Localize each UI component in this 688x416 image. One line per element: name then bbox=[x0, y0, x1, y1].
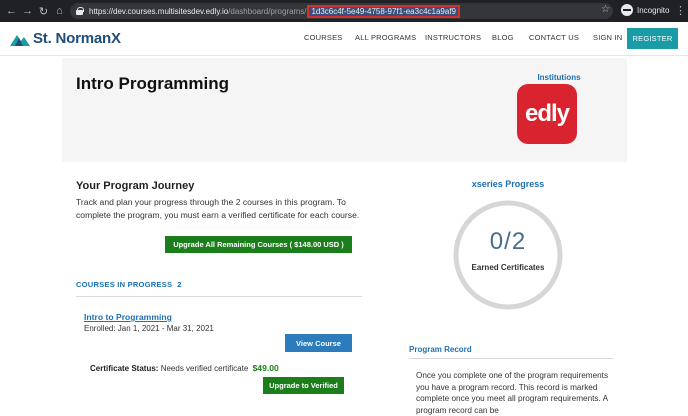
site-logo[interactable]: St. NormanX bbox=[10, 30, 121, 47]
journey-title: Your Program Journey bbox=[76, 180, 195, 192]
divider bbox=[409, 358, 613, 359]
divider bbox=[76, 296, 362, 297]
reload-icon[interactable]: ↻ bbox=[37, 3, 50, 19]
site-header: St. NormanX COURSES ALL PROGRAMS INSTRUC… bbox=[0, 22, 688, 56]
courses-in-progress-label: COURSES IN PROGRESS bbox=[76, 280, 173, 289]
certificate-status-label: Certificate Status: bbox=[90, 364, 159, 373]
program-record-title: Program Record bbox=[409, 345, 472, 354]
url-host: https://dev.courses.multisitesdev.edly.i… bbox=[89, 6, 229, 16]
earned-value: 0 bbox=[489, 228, 505, 255]
courses-in-progress-heading: COURSES IN PROGRESS 2 bbox=[76, 280, 182, 289]
browser-menu-icon[interactable]: ⋮ bbox=[675, 4, 686, 17]
mountain-logo-icon bbox=[10, 32, 30, 46]
nav-contact-us[interactable]: CONTACT US bbox=[529, 33, 579, 42]
home-icon[interactable]: ⌂ bbox=[53, 3, 66, 19]
xseries-progress-title: xseries Progress bbox=[471, 179, 545, 189]
profile-button[interactable]: Incognito bbox=[621, 4, 669, 16]
bookmark-star-icon[interactable]: ☆ bbox=[601, 4, 610, 15]
upgrade-all-courses-button[interactable]: Upgrade All Remaining Courses ( $148.00 … bbox=[165, 236, 352, 253]
earned-total: 2 bbox=[511, 228, 527, 255]
profile-label: Incognito bbox=[637, 5, 670, 15]
certificate-status: Certificate Status: Needs verified certi… bbox=[90, 363, 279, 373]
nav-blog[interactable]: BLOG bbox=[492, 33, 514, 42]
courses-in-progress-count: 2 bbox=[177, 280, 182, 289]
page-title: Intro Programming bbox=[76, 74, 230, 93]
address-bar[interactable]: https://dev.courses.multisitesdev.edly.i… bbox=[70, 3, 613, 19]
nav-courses[interactable]: COURSES bbox=[304, 33, 343, 42]
nav-sign-in[interactable]: SIGN IN bbox=[593, 33, 622, 42]
course-enrolled-dates: Enrolled: Jan 1, 2021 - Mar 31, 2021 bbox=[84, 324, 214, 333]
url-path: /dashboard/programs/ bbox=[228, 6, 307, 16]
view-course-button[interactable]: View Course bbox=[285, 334, 352, 352]
register-button[interactable]: REGISTER bbox=[627, 28, 678, 49]
earned-certificates-label: Earned Certificates bbox=[471, 263, 545, 272]
incognito-icon bbox=[621, 4, 633, 16]
earned-separator: / bbox=[504, 228, 512, 255]
logo-text: St. NormanX bbox=[33, 30, 121, 47]
course-title-link[interactable]: Intro to Programming bbox=[84, 312, 172, 322]
forward-arrow-icon[interactable]: → bbox=[21, 3, 34, 19]
nav-instructors[interactable]: INSTRUCTORS bbox=[425, 33, 481, 42]
certificate-price: $49.00 bbox=[252, 363, 279, 373]
earned-count: 0/2 bbox=[452, 228, 564, 256]
institutions-label: Institutions bbox=[537, 73, 581, 82]
program-banner: Intro Programming Institutions edly bbox=[62, 58, 627, 162]
upgrade-to-verified-button[interactable]: Upgrade to Verified bbox=[263, 377, 344, 394]
url-highlighted-id: 1d3c6c4f-5e49-4758-97f1-ea3c4c1a9af9 bbox=[307, 4, 460, 18]
certificate-status-value: Needs verified certificate bbox=[160, 364, 249, 373]
nav-all-programs[interactable]: ALL PROGRAMS bbox=[355, 33, 416, 42]
program-record-text: Once you complete one of the program req… bbox=[416, 371, 609, 415]
lock-icon bbox=[76, 7, 84, 15]
back-arrow-icon[interactable]: ← bbox=[5, 3, 18, 19]
journey-description: Track and plan your progress through the… bbox=[76, 197, 360, 220]
browser-toolbar: ← → ↻ ⌂ https://dev.courses.multisitesde… bbox=[0, 0, 688, 22]
institution-logo[interactable]: edly bbox=[517, 84, 577, 144]
institution-logo-text: edly bbox=[524, 100, 570, 127]
